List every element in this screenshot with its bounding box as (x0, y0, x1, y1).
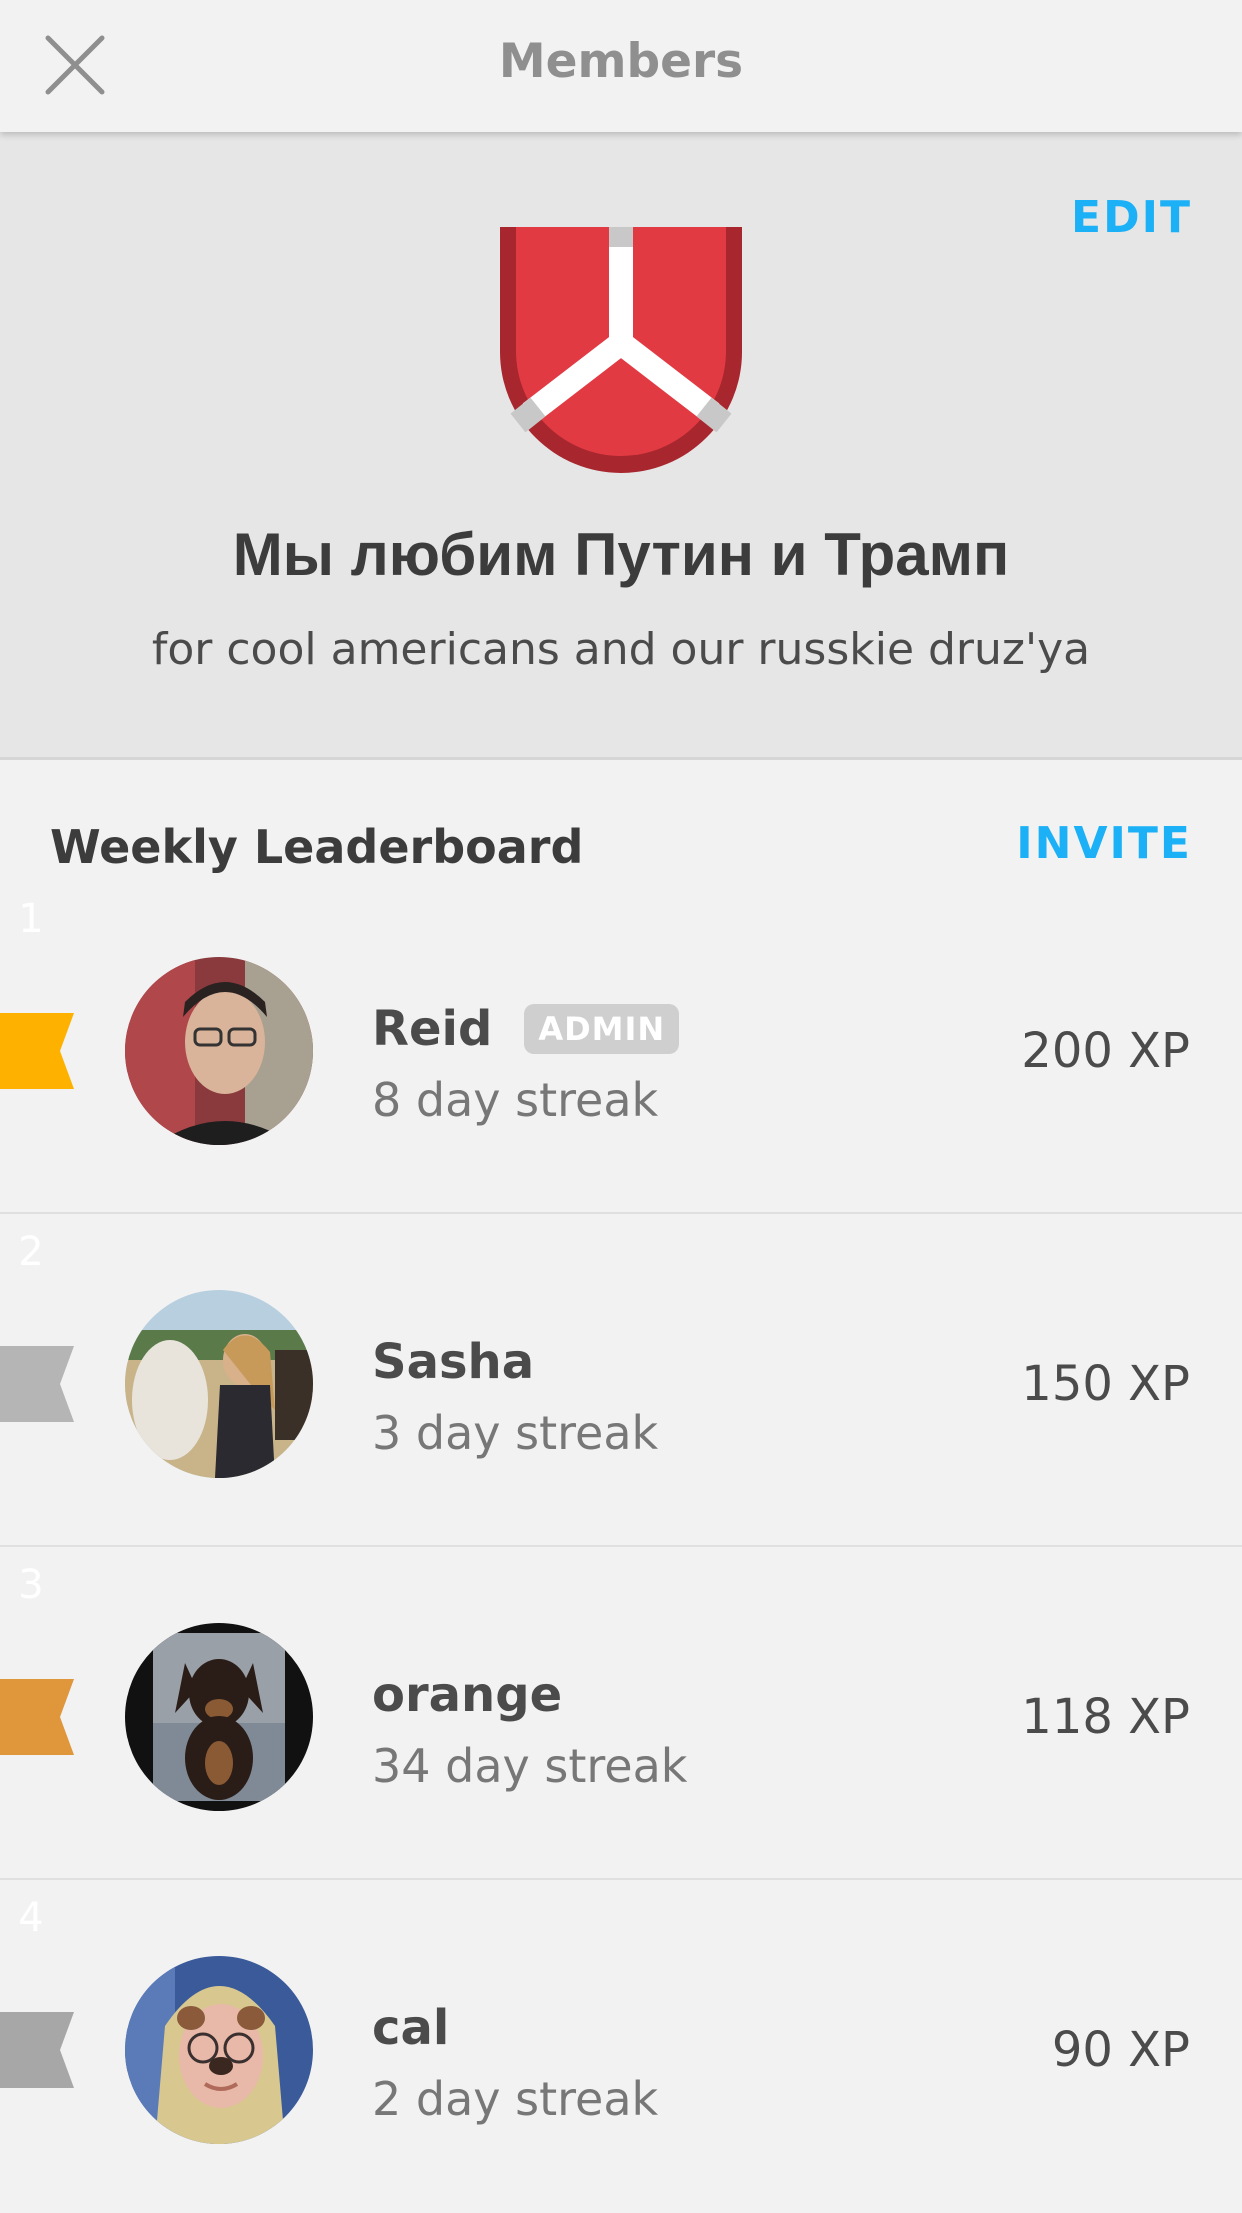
leaderboard-row[interactable]: 2 Sasha 3 day streak 150 XP (0, 1214, 1242, 1547)
streak-text: 8 day streak (372, 1073, 659, 1127)
member-name: Sasha (372, 1334, 535, 1390)
rank-number: 1 (18, 896, 44, 942)
admin-badge: ADMIN (524, 1004, 680, 1054)
xp-value: 118 XP (1021, 1689, 1190, 1745)
member-name: orange (372, 1667, 563, 1723)
avatar[interactable] (125, 1290, 313, 1478)
rank-ribbon-icon (0, 1346, 74, 1422)
page-title: Members (498, 34, 744, 89)
club-name: Мы любим Путин и Трамп (232, 521, 1010, 588)
rank-number: 2 (18, 1229, 44, 1275)
streak-text: 2 day streak (372, 2072, 659, 2126)
shield-icon (500, 227, 742, 473)
xp-value: 150 XP (1021, 1356, 1190, 1412)
streak-text: 34 day streak (372, 1739, 688, 1793)
rank-ribbon-icon (0, 1013, 74, 1089)
member-name: cal (372, 2000, 450, 2056)
rank-ribbon-icon (0, 2012, 74, 2088)
rank-number: 4 (18, 1895, 44, 1941)
leaderboard-row[interactable]: 3 orange 34 day streak 118 XP (0, 1547, 1242, 1880)
xp-value: 200 XP (1021, 1023, 1190, 1079)
xp-value: 90 XP (1051, 2022, 1190, 2078)
avatar[interactable] (125, 1956, 313, 2144)
leaderboard-row[interactable]: 1 Reid ADMIN 8 day streak 200 XP (0, 881, 1242, 1214)
top-bar: Members (0, 0, 1242, 132)
leaderboard-title: Weekly Leaderboard (50, 820, 584, 874)
edit-button[interactable]: EDIT (1071, 192, 1192, 243)
club-description: for cool americans and our russkie druz'… (151, 624, 1091, 675)
streak-text: 3 day streak (372, 1406, 659, 1460)
leaderboard-row[interactable]: 4 cal 2 day streak 90 XP (0, 1880, 1242, 2213)
club-header: EDIT Мы любим Путин и Трамп for cool ame… (0, 132, 1242, 760)
avatar[interactable] (125, 957, 313, 1145)
invite-button[interactable]: INVITE (1016, 818, 1192, 869)
member-name: Reid (372, 1001, 493, 1057)
rank-ribbon-icon (0, 1679, 74, 1755)
avatar[interactable] (125, 1623, 313, 1811)
rank-number: 3 (18, 1562, 44, 1608)
